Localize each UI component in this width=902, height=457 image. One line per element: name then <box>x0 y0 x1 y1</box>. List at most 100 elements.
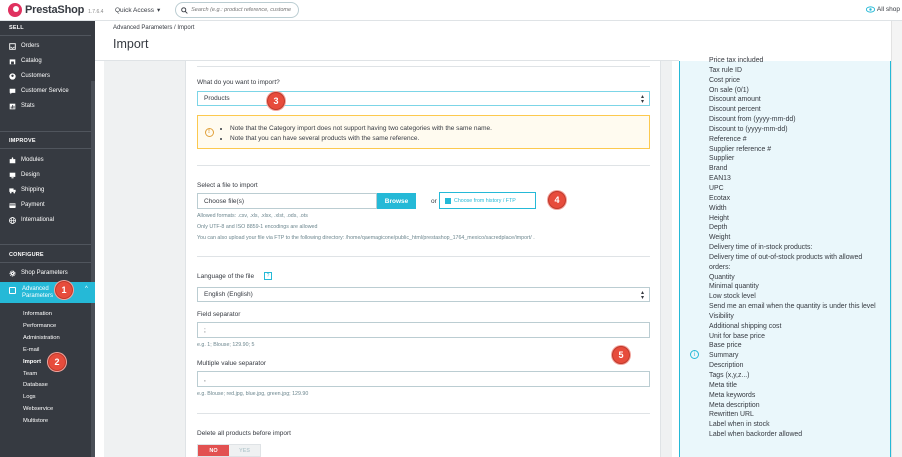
available-field-item: Supplier reference # <box>709 145 772 153</box>
file-input[interactable]: Choose file(s) <box>197 193 377 209</box>
sidebar-item-label: Payment <box>21 202 45 208</box>
alert-list: Note that the Category import does not s… <box>230 124 492 144</box>
sidebar-section-improve: IMPROVE <box>9 138 36 144</box>
available-field-item: Weight <box>709 234 731 242</box>
sidebar-subitem-webservice[interactable]: Webservice <box>23 406 53 412</box>
info-icon: ! <box>204 127 214 137</box>
import-type-select[interactable]: Products ▴ ▾ <box>197 91 650 106</box>
available-field-item: orders: <box>709 263 731 271</box>
input-value: , <box>204 375 206 383</box>
chat-icon <box>9 88 16 94</box>
available-field-item: Reference # <box>709 135 747 143</box>
multiple-separator-label: Multiple value separator <box>197 360 267 367</box>
sidebar-subitem-logs[interactable]: Logs <box>23 394 36 400</box>
or-label: or <box>431 198 437 205</box>
sidebar-item-catalog[interactable]: Catalog <box>9 56 42 66</box>
available-field-item: Price tax included <box>709 57 764 64</box>
multiple-separator-help: e.g. Blouse; red.jpg, blue.jpg, green.jp… <box>197 391 309 397</box>
sidebar-subitem-email[interactable]: E-mail <box>23 347 39 353</box>
available-field-item: Additional shipping cost <box>709 322 782 330</box>
sidebar-item-customers[interactable]: Customers <box>9 71 50 81</box>
sort-caret-icon: ▴ ▾ <box>640 290 644 301</box>
sidebar-item-shop-parameters[interactable]: Shop Parameters <box>9 268 68 278</box>
sidebar-item-stats[interactable]: Stats <box>9 101 35 111</box>
divider <box>0 244 91 245</box>
available-field-item: Delivery time of in-stock products: <box>709 244 813 252</box>
toggle-yes[interactable]: YES <box>229 445 260 456</box>
prestashop-logo[interactable]: PrestaShop 1.7.6.4 <box>0 3 110 17</box>
help-encoding: Only UTF-8 and ISO 8859-1 encodings are … <box>197 224 318 230</box>
globe-icon <box>9 216 16 224</box>
available-field-item: Ecotax <box>709 194 731 202</box>
available-field-item: Height <box>709 214 729 222</box>
sidebar-subitem-performance[interactable]: Performance <box>23 323 56 329</box>
available-field-item: Width <box>709 204 727 212</box>
language-select[interactable]: English (English) ▴ ▾ <box>197 287 650 302</box>
bar-chart-icon <box>9 103 16 109</box>
available-field-item: Tax rule ID <box>709 66 742 74</box>
sidebar-subitem-team[interactable]: Team <box>23 371 37 377</box>
sidebar-item-shipping[interactable]: Shipping <box>9 185 44 195</box>
toggle-no[interactable]: NO <box>198 445 229 456</box>
sidebar-item-payment[interactable]: Payment <box>9 200 45 210</box>
info-icon: i <box>690 350 699 359</box>
sidebar-item-label: Customers <box>21 73 51 79</box>
sidebar-item-customer-service[interactable]: Customer Service <box>9 86 69 96</box>
available-field-item: Send me an email when the quantity is un… <box>709 303 876 311</box>
page-scrollbar[interactable] <box>891 21 902 457</box>
truck-icon <box>9 187 16 193</box>
available-field-item: UPC <box>709 184 724 192</box>
sidebar-item-modules[interactable]: Modules <box>9 155 44 165</box>
available-field-item: Tags (x,y,z...) <box>709 372 750 379</box>
alert-item: Note that the Category import does not s… <box>230 124 492 134</box>
select-value: Products <box>204 95 230 102</box>
available-field-item: Label when backorder allowed <box>709 431 803 439</box>
sidebar-subitem-administration[interactable]: Administration <box>23 335 60 341</box>
sidebar-subitem-information[interactable]: Information <box>23 311 52 317</box>
puzzle-icon <box>9 156 16 163</box>
puffin-logo-icon <box>8 3 22 17</box>
available-fields-list: Price tax included Tax rule ID Cost price O… <box>709 56 891 440</box>
sidebar-subitem-database[interactable]: Database <box>23 382 48 388</box>
available-field-item: Discount from (yyyy-mm-dd) <box>709 116 796 124</box>
sidebar-section-sell: SELL <box>9 25 24 31</box>
sidebar-item-orders[interactable]: Orders <box>9 41 39 51</box>
browse-button[interactable]: Browse <box>377 193 416 209</box>
available-field-item: EAN13 <box>709 175 731 183</box>
annotation-badge: 4 <box>548 191 566 209</box>
all-shops-link[interactable]: All shop <box>865 6 900 13</box>
inbox-icon <box>9 42 16 50</box>
sidebar-item-design[interactable]: Design <box>9 170 40 180</box>
annotation-badge: 1 <box>55 281 73 299</box>
sidebar-item-label: Shop Parameters <box>21 270 68 276</box>
search-box[interactable] <box>175 2 300 18</box>
multiple-separator-input[interactable]: , <box>197 371 650 387</box>
available-field-item: Unit for base price <box>709 332 765 340</box>
quick-access-dropdown[interactable]: Quick Access ▾ <box>115 6 160 15</box>
breadcrumb[interactable]: Advanced Parameters / Import <box>113 25 194 31</box>
available-field-item: Delivery time of out-of-stock products w… <box>709 253 863 261</box>
field-separator-input[interactable]: ; <box>197 322 650 338</box>
sidebar-item-international[interactable]: International <box>9 215 54 225</box>
search-input[interactable] <box>191 7 299 13</box>
sidebar-subitem-import[interactable]: Import <box>23 359 41 365</box>
top-bar: PrestaShop 1.7.6.4 Quick Access ▾ All sh… <box>0 0 902 21</box>
search-icon <box>181 6 188 14</box>
sidebar-subitem-multistore[interactable]: Multistore <box>23 418 48 424</box>
help-formats: Allowed formats: .csv, .xls, .xlsx, .xls… <box>197 213 308 219</box>
delete-products-toggle[interactable]: NO YES <box>197 444 261 457</box>
history-button-label: Choose from history / FTP <box>454 197 516 204</box>
sidebar-item-label: Design <box>21 172 40 178</box>
choose-from-history-button[interactable]: Choose from history / FTP <box>439 192 536 209</box>
page-title: Import <box>113 37 149 51</box>
sidebar-item-label: Advanced Parameters <box>22 286 54 299</box>
user-icon <box>9 72 16 80</box>
warning-alert: ! Note that the Category import does not… <box>197 115 650 149</box>
alert-item: Note that you can have several products … <box>230 134 492 144</box>
annotation-badge: 3 <box>267 92 285 110</box>
sidebar-item-label: Shipping <box>21 187 45 193</box>
help-icon[interactable]: ? <box>264 272 272 280</box>
all-shops-label: All shop <box>876 6 900 13</box>
sidebar-scrollbar[interactable] <box>91 81 95 457</box>
available-field-item: Discount amount <box>709 96 761 104</box>
